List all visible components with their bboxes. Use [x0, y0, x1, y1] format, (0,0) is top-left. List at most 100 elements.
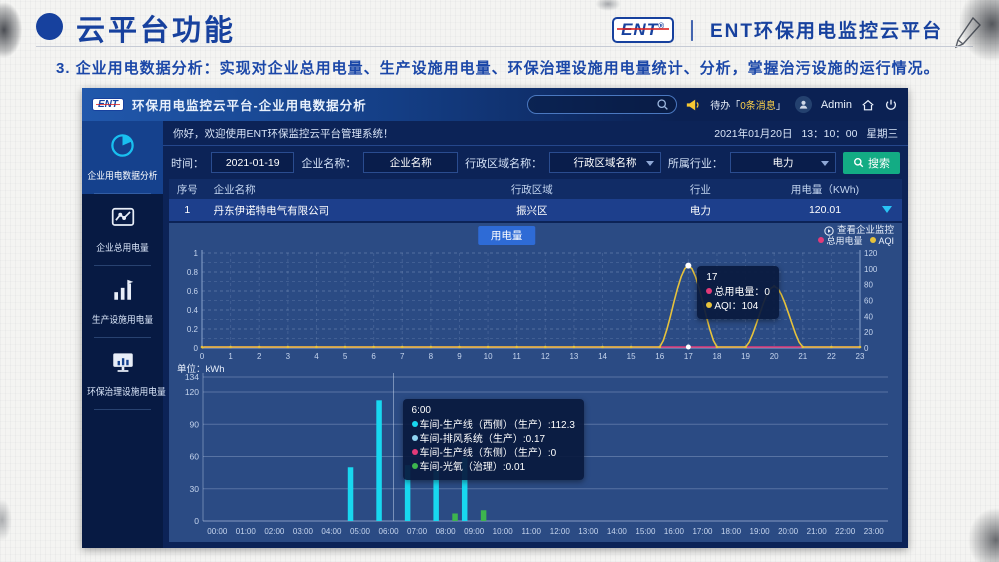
- avatar[interactable]: [795, 96, 812, 113]
- legend-dot-total: [818, 237, 824, 243]
- svg-text:00:00: 00:00: [207, 527, 228, 536]
- svg-text:20:00: 20:00: [778, 527, 799, 536]
- svg-text:40: 40: [864, 312, 873, 321]
- sidebar-item-total-power[interactable]: 企业总用电量: [82, 194, 163, 266]
- svg-text:7: 7: [400, 352, 405, 361]
- svg-text:6: 6: [371, 352, 376, 361]
- company-input[interactable]: 企业名称: [363, 152, 458, 173]
- chart-panel: 用电量 查看企业监控 总用电量 AQI: [169, 223, 902, 542]
- region-select[interactable]: 行政区域名称: [549, 152, 661, 173]
- svg-text:80: 80: [864, 281, 873, 290]
- svg-text:12: 12: [541, 352, 550, 361]
- svg-text:09:00: 09:00: [464, 527, 485, 536]
- svg-text:4: 4: [314, 352, 319, 361]
- chart-toolbar: 用电量 查看企业监控 总用电量 AQI: [175, 226, 896, 246]
- svg-text:12:00: 12:00: [550, 527, 571, 536]
- app-window: ENT 环保用电监控云平台-企业用电数据分析 待办「0条消息」 Admin: [82, 88, 908, 548]
- svg-text:5: 5: [343, 352, 348, 361]
- svg-text:05:00: 05:00: [350, 527, 371, 536]
- pie-chart-icon: [109, 132, 136, 159]
- sidebar-item-enterprise-power-analysis[interactable]: 企业用电数据分析: [82, 121, 163, 194]
- chevron-down-icon: [821, 161, 829, 166]
- svg-text:60: 60: [864, 297, 873, 306]
- home-icon[interactable]: [861, 98, 875, 112]
- search-icon: [656, 98, 669, 111]
- svg-text:0.8: 0.8: [187, 268, 199, 277]
- svg-text:08:00: 08:00: [436, 527, 457, 536]
- search-button[interactable]: 搜索: [843, 152, 900, 174]
- sidebar-item-production-power[interactable]: 生产设施用电量: [82, 266, 163, 338]
- industry-label: 所属行业：: [668, 155, 723, 171]
- svg-text:18:00: 18:00: [721, 527, 742, 536]
- table-header: 序号 企业名称 行政区域 行业 用电量（KWh): [169, 179, 902, 199]
- bar-chart[interactable]: 030609012013400:0001:0002:0003:0004:0005…: [175, 362, 896, 538]
- line-chart[interactable]: 00.20.40.60.8102040608010012001234567891…: [175, 246, 896, 362]
- svg-text:2: 2: [257, 352, 262, 361]
- power-icon[interactable]: [884, 98, 898, 112]
- line-chart-icon: [110, 205, 136, 231]
- svg-text:1: 1: [194, 249, 199, 258]
- monitor-chart-icon: [110, 349, 136, 375]
- svg-text:0: 0: [194, 516, 199, 526]
- svg-text:04:00: 04:00: [321, 527, 342, 536]
- svg-text:21: 21: [798, 352, 807, 361]
- svg-text:03:00: 03:00: [293, 527, 314, 536]
- app-title: 环保用电监控云平台-企业用电数据分析: [132, 95, 367, 114]
- app-header: ENT 环保用电监控云平台-企业用电数据分析 待办「0条消息」 Admin: [82, 88, 908, 121]
- filter-bar: 时间： 2021-01-19 企业名称： 企业名称 行政区域名称： 行政区域名称…: [163, 146, 908, 179]
- current-weekday: 星期三: [867, 126, 899, 141]
- header-divider: [36, 46, 973, 47]
- svg-text:90: 90: [190, 419, 200, 429]
- svg-text:60: 60: [190, 452, 200, 462]
- time-input[interactable]: 2021-01-19: [211, 152, 294, 173]
- user-name[interactable]: Admin: [821, 99, 852, 111]
- svg-text:120: 120: [864, 249, 878, 258]
- brand: ENT® ｜ ENT环保用电监控云平台: [612, 15, 943, 44]
- svg-text:20: 20: [864, 328, 873, 337]
- svg-text:10: 10: [484, 352, 493, 361]
- industry-select[interactable]: 电力: [730, 152, 836, 173]
- svg-text:02:00: 02:00: [264, 527, 285, 536]
- notification-horn-icon[interactable]: [686, 98, 701, 112]
- header-search-input[interactable]: [527, 95, 677, 114]
- bar-growth-icon: [110, 277, 136, 303]
- company-table: 序号 企业名称 行政区域 行业 用电量（KWh) 1 丹东伊诺特电气有限公司 振…: [169, 179, 902, 221]
- svg-text:22: 22: [827, 352, 836, 361]
- svg-text:17: 17: [684, 352, 693, 361]
- svg-text:16:00: 16:00: [664, 527, 685, 536]
- svg-text:0.2: 0.2: [187, 325, 199, 334]
- svg-text:10:00: 10:00: [493, 527, 514, 536]
- svg-text:0: 0: [200, 352, 205, 361]
- legend-dot-aqi: [870, 237, 876, 243]
- title-bullet: [36, 13, 63, 40]
- expand-row-icon[interactable]: [882, 206, 892, 213]
- svg-text:18: 18: [713, 352, 722, 361]
- slide-description: 3. 企业用电数据分析：实现对企业总用电量、生产设施用电量、环保治理设施用电量统…: [56, 57, 940, 78]
- sidebar-item-treatment-power[interactable]: 环保治理设施用电量: [82, 338, 163, 410]
- svg-text:01:00: 01:00: [236, 527, 257, 536]
- svg-text:30: 30: [190, 484, 200, 494]
- svg-text:11:00: 11:00: [522, 527, 542, 536]
- app-logo: ENT: [92, 98, 124, 111]
- search-icon: [853, 157, 864, 168]
- svg-text:19: 19: [741, 352, 750, 361]
- svg-text:3: 3: [286, 352, 291, 361]
- svg-text:0: 0: [864, 344, 869, 353]
- pen-icon: [953, 16, 983, 50]
- svg-text:120: 120: [185, 387, 199, 397]
- svg-text:21:00: 21:00: [807, 527, 828, 536]
- brand-name: ENT环保用电监控云平台: [710, 16, 943, 43]
- svg-text:9: 9: [457, 352, 462, 361]
- slide: 云平台功能 ENT® ｜ ENT环保用电监控云平台 3. 企业用电数据分析：实现…: [0, 0, 999, 562]
- svg-text:100: 100: [864, 265, 878, 274]
- svg-text:20: 20: [770, 352, 779, 361]
- view-monitor-link[interactable]: 查看企业监控: [818, 225, 894, 236]
- play-circle-icon: [824, 226, 834, 236]
- todo-message[interactable]: 待办「0条消息」: [710, 97, 786, 112]
- power-tab-button[interactable]: 用电量: [478, 226, 536, 245]
- welcome-bar: 你好，欢迎使用ENT环保监控云平台管理系统！ 2021年01月20日 13：10…: [163, 121, 908, 146]
- svg-text:07:00: 07:00: [407, 527, 428, 536]
- svg-text:06:00: 06:00: [379, 527, 400, 536]
- svg-text:15:00: 15:00: [635, 527, 656, 536]
- table-row[interactable]: 1 丹东伊诺特电气有限公司 振兴区 电力 120.01: [169, 199, 902, 221]
